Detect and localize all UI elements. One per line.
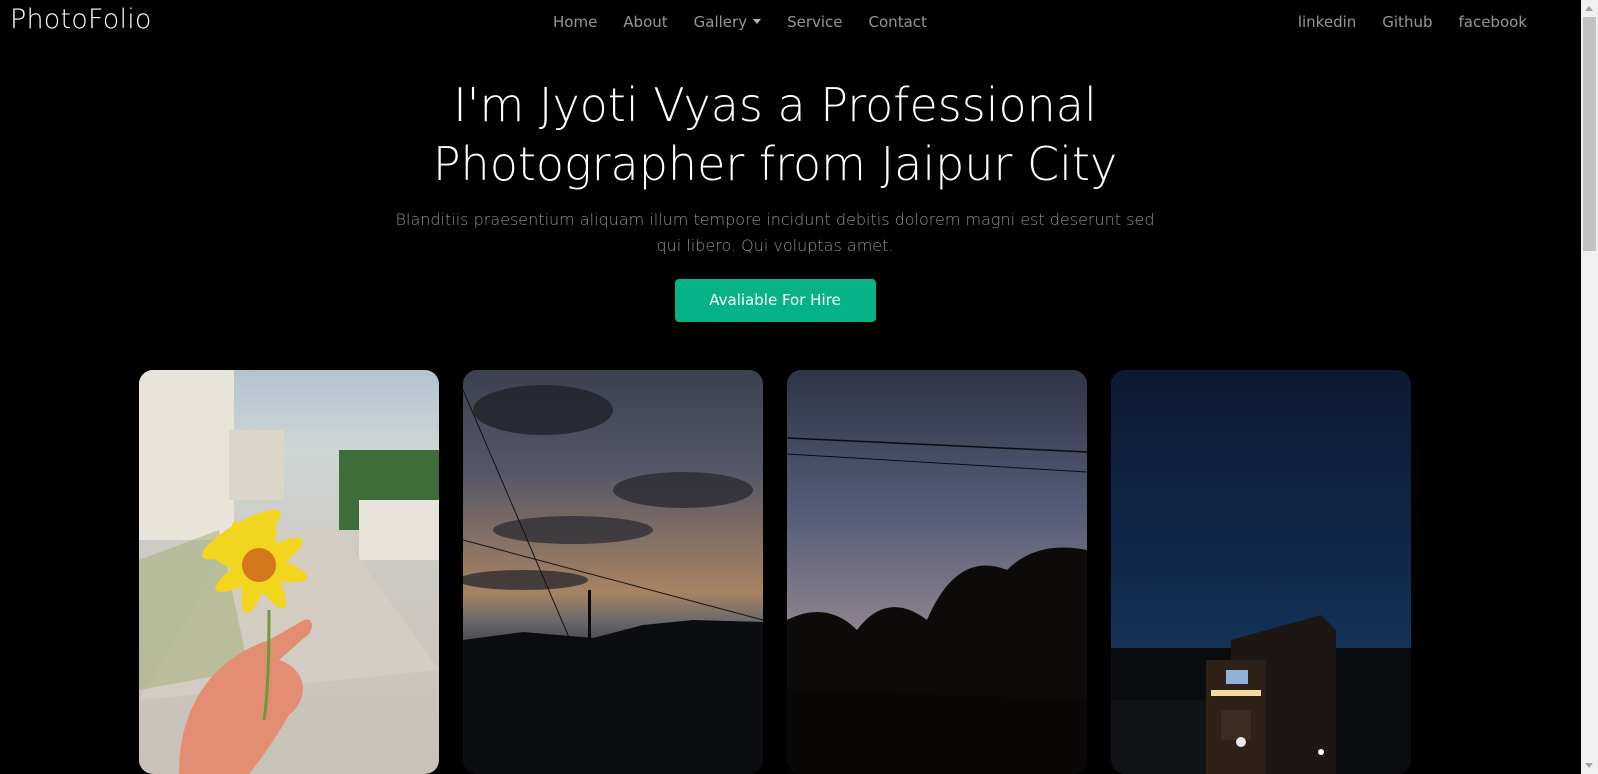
gallery-photo-sunset[interactable] <box>463 370 763 774</box>
nav-gallery-dropdown[interactable]: Gallery <box>693 13 762 31</box>
hero-subtitle: Blanditiis praesentium aliquam illum tem… <box>395 210 1155 255</box>
nav-facebook[interactable]: facebook <box>1458 13 1527 31</box>
flower-photo-art <box>139 370 439 774</box>
hero: I'm Jyoti Vyas a Professional Photograph… <box>0 76 1550 322</box>
nav-social: linkedin Github facebook <box>1272 13 1527 31</box>
page-scrollbar[interactable] <box>1581 0 1598 774</box>
gallery-photo-flower[interactable] <box>139 370 439 774</box>
nav-gallery-label: Gallery <box>693 13 748 31</box>
gallery-photo-night[interactable] <box>1111 370 1411 774</box>
nav-service[interactable]: Service <box>787 13 842 31</box>
gallery-photo-dusk[interactable] <box>787 370 1087 774</box>
nav-home[interactable]: Home <box>553 13 597 31</box>
nav-about[interactable]: About <box>623 13 667 31</box>
nav-contact[interactable]: Contact <box>869 13 927 31</box>
hire-button[interactable]: Avaliable For Hire <box>674 279 876 322</box>
scroll-thumb[interactable] <box>1583 17 1596 251</box>
hero-title: I'm Jyoti Vyas a Professional Photograph… <box>432 78 1118 191</box>
brand-logo[interactable]: PhotoFolio <box>10 4 152 35</box>
nav-linkedin[interactable]: linkedin <box>1298 13 1356 31</box>
scroll-up-icon[interactable] <box>1585 6 1593 11</box>
night-photo-art <box>1111 615 1411 774</box>
caret-down-icon <box>753 19 762 24</box>
dusk-photo-art <box>787 437 1087 774</box>
scroll-down-icon[interactable] <box>1585 763 1593 768</box>
nav-github[interactable]: Github <box>1382 13 1432 31</box>
navbar: PhotoFolio Home About Gallery Service Co… <box>0 0 1550 46</box>
sunset-photo-art <box>463 385 763 774</box>
nav-center: Home About Gallery Service Contact <box>553 13 953 31</box>
